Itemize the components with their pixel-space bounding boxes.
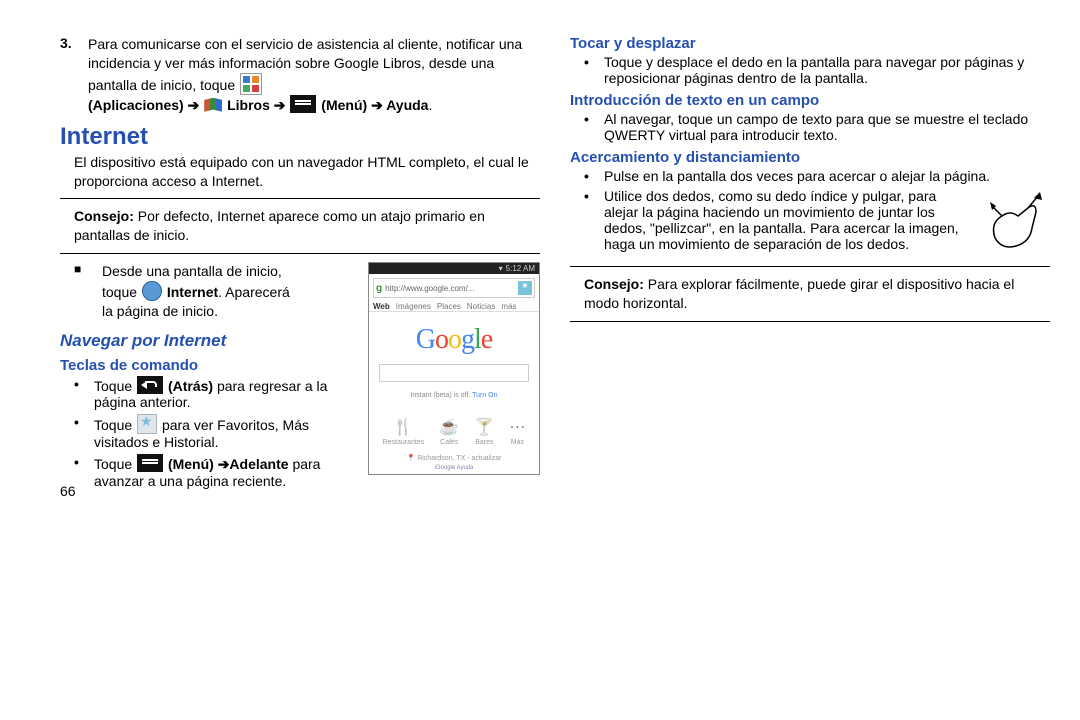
step-3: 3. Para comunicarse con el servicio de a… bbox=[60, 35, 540, 115]
list-item: • Pulse en la pantalla dos veces para ac… bbox=[570, 168, 1050, 184]
divider bbox=[60, 253, 540, 254]
tip-2: Consejo: Para explorar fácilmente, puede… bbox=[570, 275, 1050, 313]
globe-icon bbox=[142, 281, 162, 301]
cmd-item: • Toque (Menú) ➔Adelante para avanzar a … bbox=[60, 454, 358, 489]
divider bbox=[60, 198, 540, 199]
google-search-box bbox=[379, 364, 529, 382]
heading-texto: Introducción de texto en un campo bbox=[570, 92, 1050, 109]
heading-zoom: Acercamiento y distanciamiento bbox=[570, 149, 1050, 166]
page-number: 66 bbox=[60, 483, 76, 499]
google-g-icon: g bbox=[376, 283, 382, 294]
category-row: 🍴Restaurantes ☕Cafés 🍸Bares ⋯Más bbox=[369, 417, 539, 450]
step-text: Para comunicarse con el servicio de asis… bbox=[88, 35, 540, 95]
more-icon: ⋯ bbox=[509, 417, 525, 437]
list-item: • Al navegar, toque un campo de texto pa… bbox=[570, 111, 1050, 143]
phone-screenshot: ▾ 5:12 AM g http://www.google.com/... ★ … bbox=[368, 262, 540, 475]
location-text: 📍 Richardson, TX - actualizar bbox=[369, 454, 539, 462]
phone-url-bar: g http://www.google.com/... ★ bbox=[373, 278, 535, 298]
divider bbox=[570, 321, 1050, 322]
back-icon bbox=[137, 376, 163, 394]
phone-status-bar: ▾ 5:12 AM bbox=[369, 263, 539, 274]
menu-icon bbox=[290, 95, 316, 113]
books-icon bbox=[204, 98, 222, 112]
restaurants-icon: 🍴 bbox=[383, 417, 425, 437]
wifi-icon: ▾ bbox=[499, 264, 503, 273]
heading-tocar: Tocar y desplazar bbox=[570, 35, 1050, 52]
menu-icon bbox=[137, 454, 163, 472]
bookmark-icon: ★ bbox=[518, 281, 532, 295]
list-item: • Toque y desplace el dedo en la pantall… bbox=[570, 54, 1050, 86]
google-logo: Google bbox=[369, 324, 539, 356]
bars-icon: 🍸 bbox=[474, 417, 494, 437]
favorites-icon bbox=[137, 414, 157, 434]
pinch-icon bbox=[980, 188, 1050, 258]
cmd-item: • Toque para ver Favoritos, Más visitado… bbox=[60, 414, 358, 450]
bullet-square: ■ bbox=[74, 262, 102, 321]
footer-links: iGoogle Ayuda bbox=[369, 465, 539, 471]
phone-tabs: Web Imágenes Places Noticias más bbox=[369, 302, 539, 312]
heading-internet: Internet bbox=[60, 123, 540, 151]
tip-1: Consejo: Por defecto, Internet aparece c… bbox=[60, 207, 540, 245]
intro-text: El dispositivo está equipado con un nave… bbox=[60, 153, 540, 191]
start-step: ■ Desde una pantalla de inicio, toque In… bbox=[60, 262, 358, 321]
list-item: • Utilice dos dedos, como su dedo índice… bbox=[570, 188, 1050, 258]
step-path: (Aplicaciones) ➔ Libros ➔ (Menú) ➔ Ayuda… bbox=[88, 95, 540, 115]
cafes-icon: ☕ bbox=[439, 417, 459, 437]
cmd-item: • Toque (Atrás) para regresar a la págin… bbox=[60, 376, 358, 410]
apps-icon bbox=[240, 73, 262, 95]
instant-text: Instant (beta) is off. Turn On bbox=[369, 392, 539, 399]
divider bbox=[570, 266, 1050, 267]
step-number: 3. bbox=[60, 35, 88, 115]
